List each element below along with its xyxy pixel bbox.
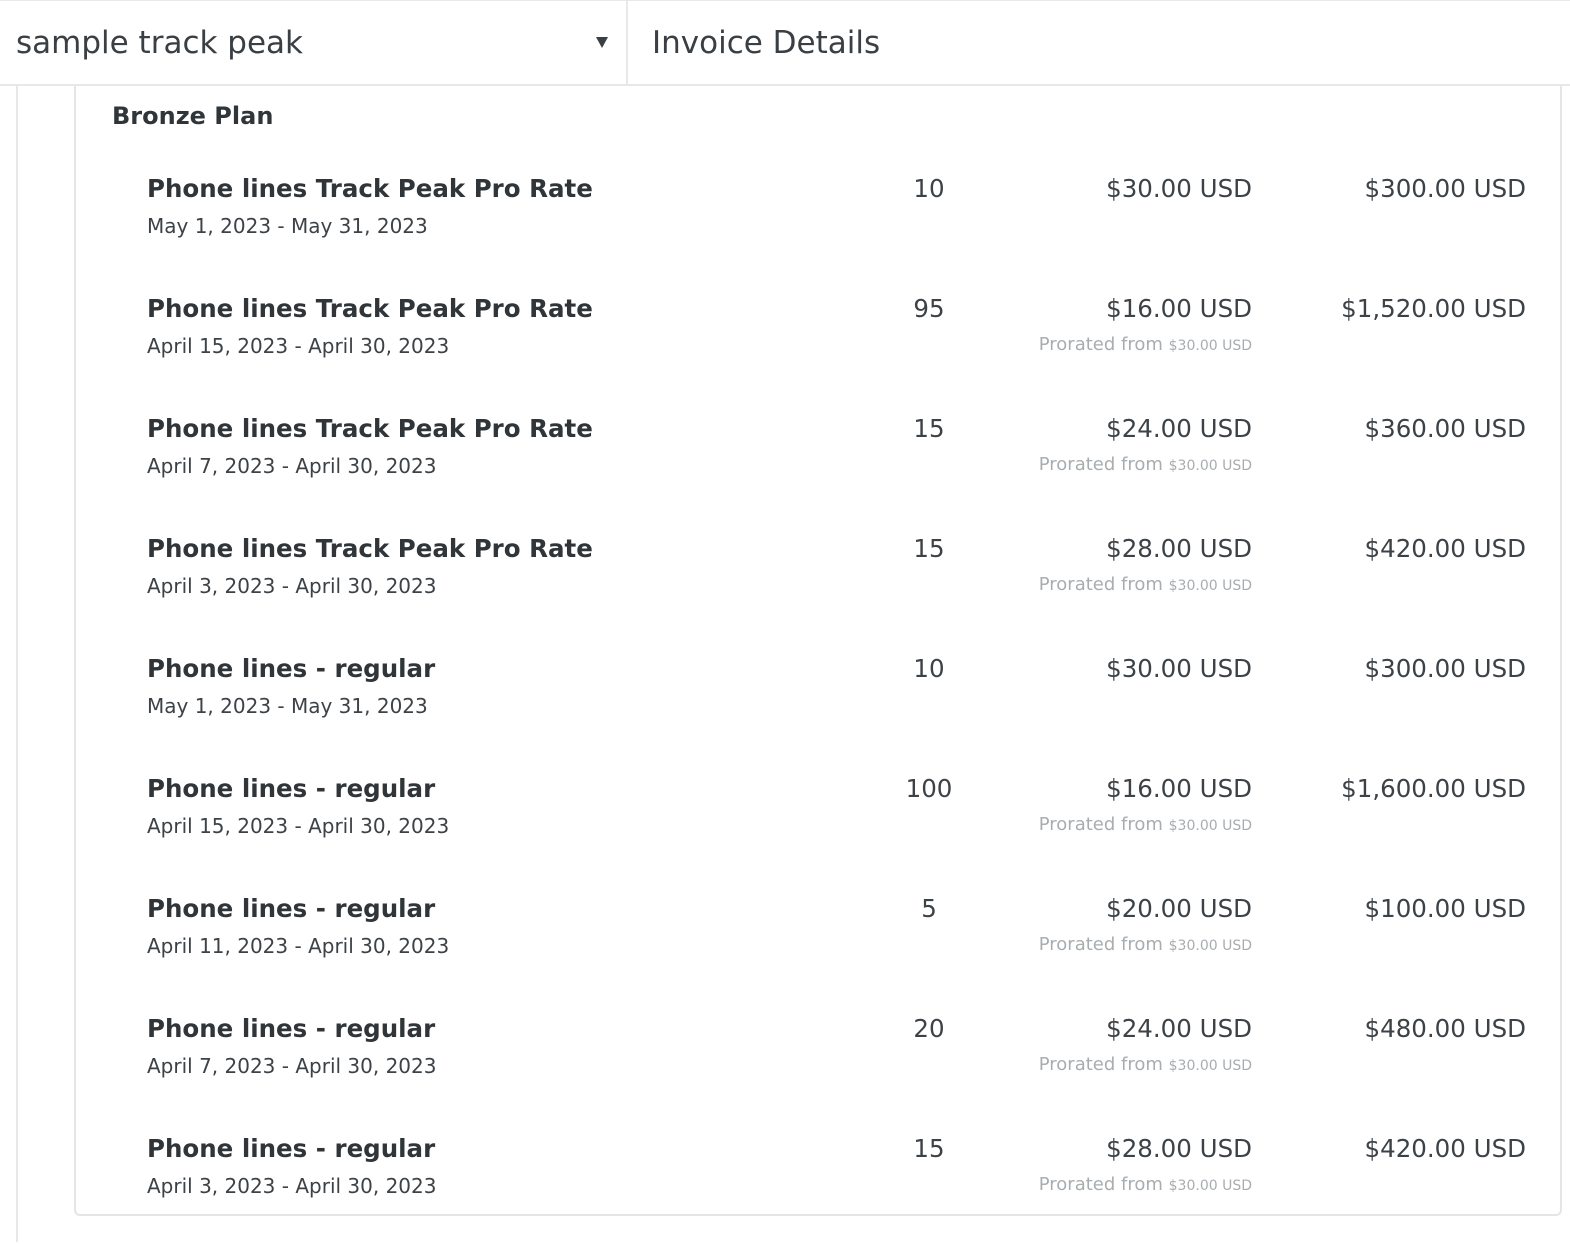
line-item-prorated-note: Prorated from $30.00 USD <box>1039 814 1252 835</box>
prorated-label: Prorated from <box>1038 334 1163 355</box>
line-item-name: Phone lines Track Peak Pro Rate <box>147 294 593 323</box>
line-item: Phone lines Track Peak Pro Rate April 7, … <box>76 414 1560 524</box>
line-item-name: Phone lines Track Peak Pro Rate <box>147 534 593 563</box>
prorated-from-price: $30.00 USD <box>1168 338 1252 354</box>
line-item-prorated-note: Prorated from $30.00 USD <box>1039 1174 1252 1195</box>
line-item-name: Phone lines - regular <box>147 1014 436 1043</box>
line-item-unit-price: $28.00 USD <box>1106 534 1252 563</box>
page-title: Invoice Details <box>652 25 881 61</box>
top-bar: sample track peak Invoice Details <box>0 0 1570 86</box>
prorated-from-price: $30.00 USD <box>1168 938 1252 954</box>
line-item: Phone lines - regular April 7, 2023 - Apr… <box>76 1014 1560 1124</box>
line-item-quantity: 20 <box>913 1014 945 1043</box>
prorated-label: Prorated from <box>1038 1174 1163 1195</box>
line-item-quantity: 15 <box>913 1134 945 1163</box>
plan-card: Bronze Plan Phone lines Track Peak Pro R… <box>74 86 1562 1216</box>
prorated-label: Prorated from <box>1038 454 1163 475</box>
line-item-amount: $300.00 USD <box>1364 654 1526 683</box>
line-item-name: Phone lines Track Peak Pro Rate <box>147 414 593 443</box>
line-item-unit-price: $16.00 USD <box>1106 774 1252 803</box>
line-item-prorated-note: Prorated from $30.00 USD <box>1039 1054 1252 1075</box>
prorated-from-price: $30.00 USD <box>1168 458 1252 474</box>
line-item: Phone lines - regular April 15, 2023 - Ap… <box>76 774 1560 884</box>
line-item-amount: $300.00 USD <box>1364 174 1526 203</box>
prorated-label: Prorated from <box>1038 934 1163 955</box>
line-item-period: April 3, 2023 - April 30, 2023 <box>147 1174 437 1198</box>
line-item: Phone lines - regular May 1, 2023 - May 3… <box>76 654 1560 764</box>
line-item-prorated-note: Prorated from $30.00 USD <box>1039 454 1252 475</box>
line-item-period: April 3, 2023 - April 30, 2023 <box>147 574 437 598</box>
line-item-prorated-note: Prorated from $30.00 USD <box>1039 334 1252 355</box>
line-item: Phone lines Track Peak Pro Rate April 15,… <box>76 294 1560 404</box>
line-item-amount: $100.00 USD <box>1364 894 1526 923</box>
line-item-unit-price: $20.00 USD <box>1106 894 1252 923</box>
line-item-name: Phone lines - regular <box>147 1134 436 1163</box>
prorated-label: Prorated from <box>1038 574 1163 595</box>
line-item-unit-price: $24.00 USD <box>1106 1014 1252 1043</box>
prorated-label: Prorated from <box>1038 1054 1163 1075</box>
account-select-value: sample track peak <box>16 25 304 61</box>
prorated-from-price: $30.00 USD <box>1168 1058 1252 1074</box>
line-item-quantity: 5 <box>921 894 937 923</box>
plan-title: Bronze Plan <box>112 102 274 130</box>
line-item-quantity: 15 <box>913 414 945 443</box>
line-item-name: Phone lines - regular <box>147 774 436 803</box>
line-item-unit-price: $30.00 USD <box>1106 174 1252 203</box>
line-item-name: Phone lines - regular <box>147 894 436 923</box>
line-item-quantity: 10 <box>913 174 945 203</box>
line-item-amount: $360.00 USD <box>1364 414 1526 443</box>
line-item-unit-price: $28.00 USD <box>1106 1134 1252 1163</box>
line-item: Phone lines Track Peak Pro Rate April 3, … <box>76 534 1560 644</box>
line-item: Phone lines - regular April 11, 2023 - Ap… <box>76 894 1560 1004</box>
account-select[interactable]: sample track peak <box>0 1 628 85</box>
line-item-amount: $420.00 USD <box>1364 534 1526 563</box>
line-item-unit-price: $16.00 USD <box>1106 294 1252 323</box>
line-item-quantity: 15 <box>913 534 945 563</box>
line-item: Phone lines - regular April 3, 2023 - Apr… <box>76 1134 1560 1244</box>
line-item-prorated-note: Prorated from $30.00 USD <box>1039 934 1252 955</box>
line-item: Phone lines Track Peak Pro Rate May 1, 20… <box>76 174 1560 284</box>
line-item-quantity: 100 <box>905 774 953 803</box>
line-item-unit-price: $24.00 USD <box>1106 414 1252 443</box>
line-item-amount: $420.00 USD <box>1364 1134 1526 1163</box>
line-item-prorated-note: Prorated from $30.00 USD <box>1039 574 1252 595</box>
line-item-period: April 7, 2023 - April 30, 2023 <box>147 454 437 478</box>
line-item-period: April 15, 2023 - April 30, 2023 <box>147 814 450 838</box>
chevron-down-icon[interactable] <box>596 37 608 48</box>
prorated-from-price: $30.00 USD <box>1168 578 1252 594</box>
line-item-quantity: 95 <box>913 294 945 323</box>
line-item-amount: $480.00 USD <box>1364 1014 1526 1043</box>
prorated-from-price: $30.00 USD <box>1168 1178 1252 1194</box>
left-rail-divider <box>16 86 18 1242</box>
line-item-period: May 1, 2023 - May 31, 2023 <box>147 214 428 238</box>
prorated-label: Prorated from <box>1038 814 1163 835</box>
line-item-period: April 7, 2023 - April 30, 2023 <box>147 1054 437 1078</box>
line-item-period: April 15, 2023 - April 30, 2023 <box>147 334 450 358</box>
line-item-amount: $1,520.00 USD <box>1341 294 1526 323</box>
line-item-name: Phone lines - regular <box>147 654 436 683</box>
line-item-name: Phone lines Track Peak Pro Rate <box>147 174 593 203</box>
line-item-unit-price: $30.00 USD <box>1106 654 1252 683</box>
line-item-period: April 11, 2023 - April 30, 2023 <box>147 934 450 958</box>
line-item-amount: $1,600.00 USD <box>1341 774 1526 803</box>
prorated-from-price: $30.00 USD <box>1168 818 1252 834</box>
line-item-period: May 1, 2023 - May 31, 2023 <box>147 694 428 718</box>
line-item-quantity: 10 <box>913 654 945 683</box>
